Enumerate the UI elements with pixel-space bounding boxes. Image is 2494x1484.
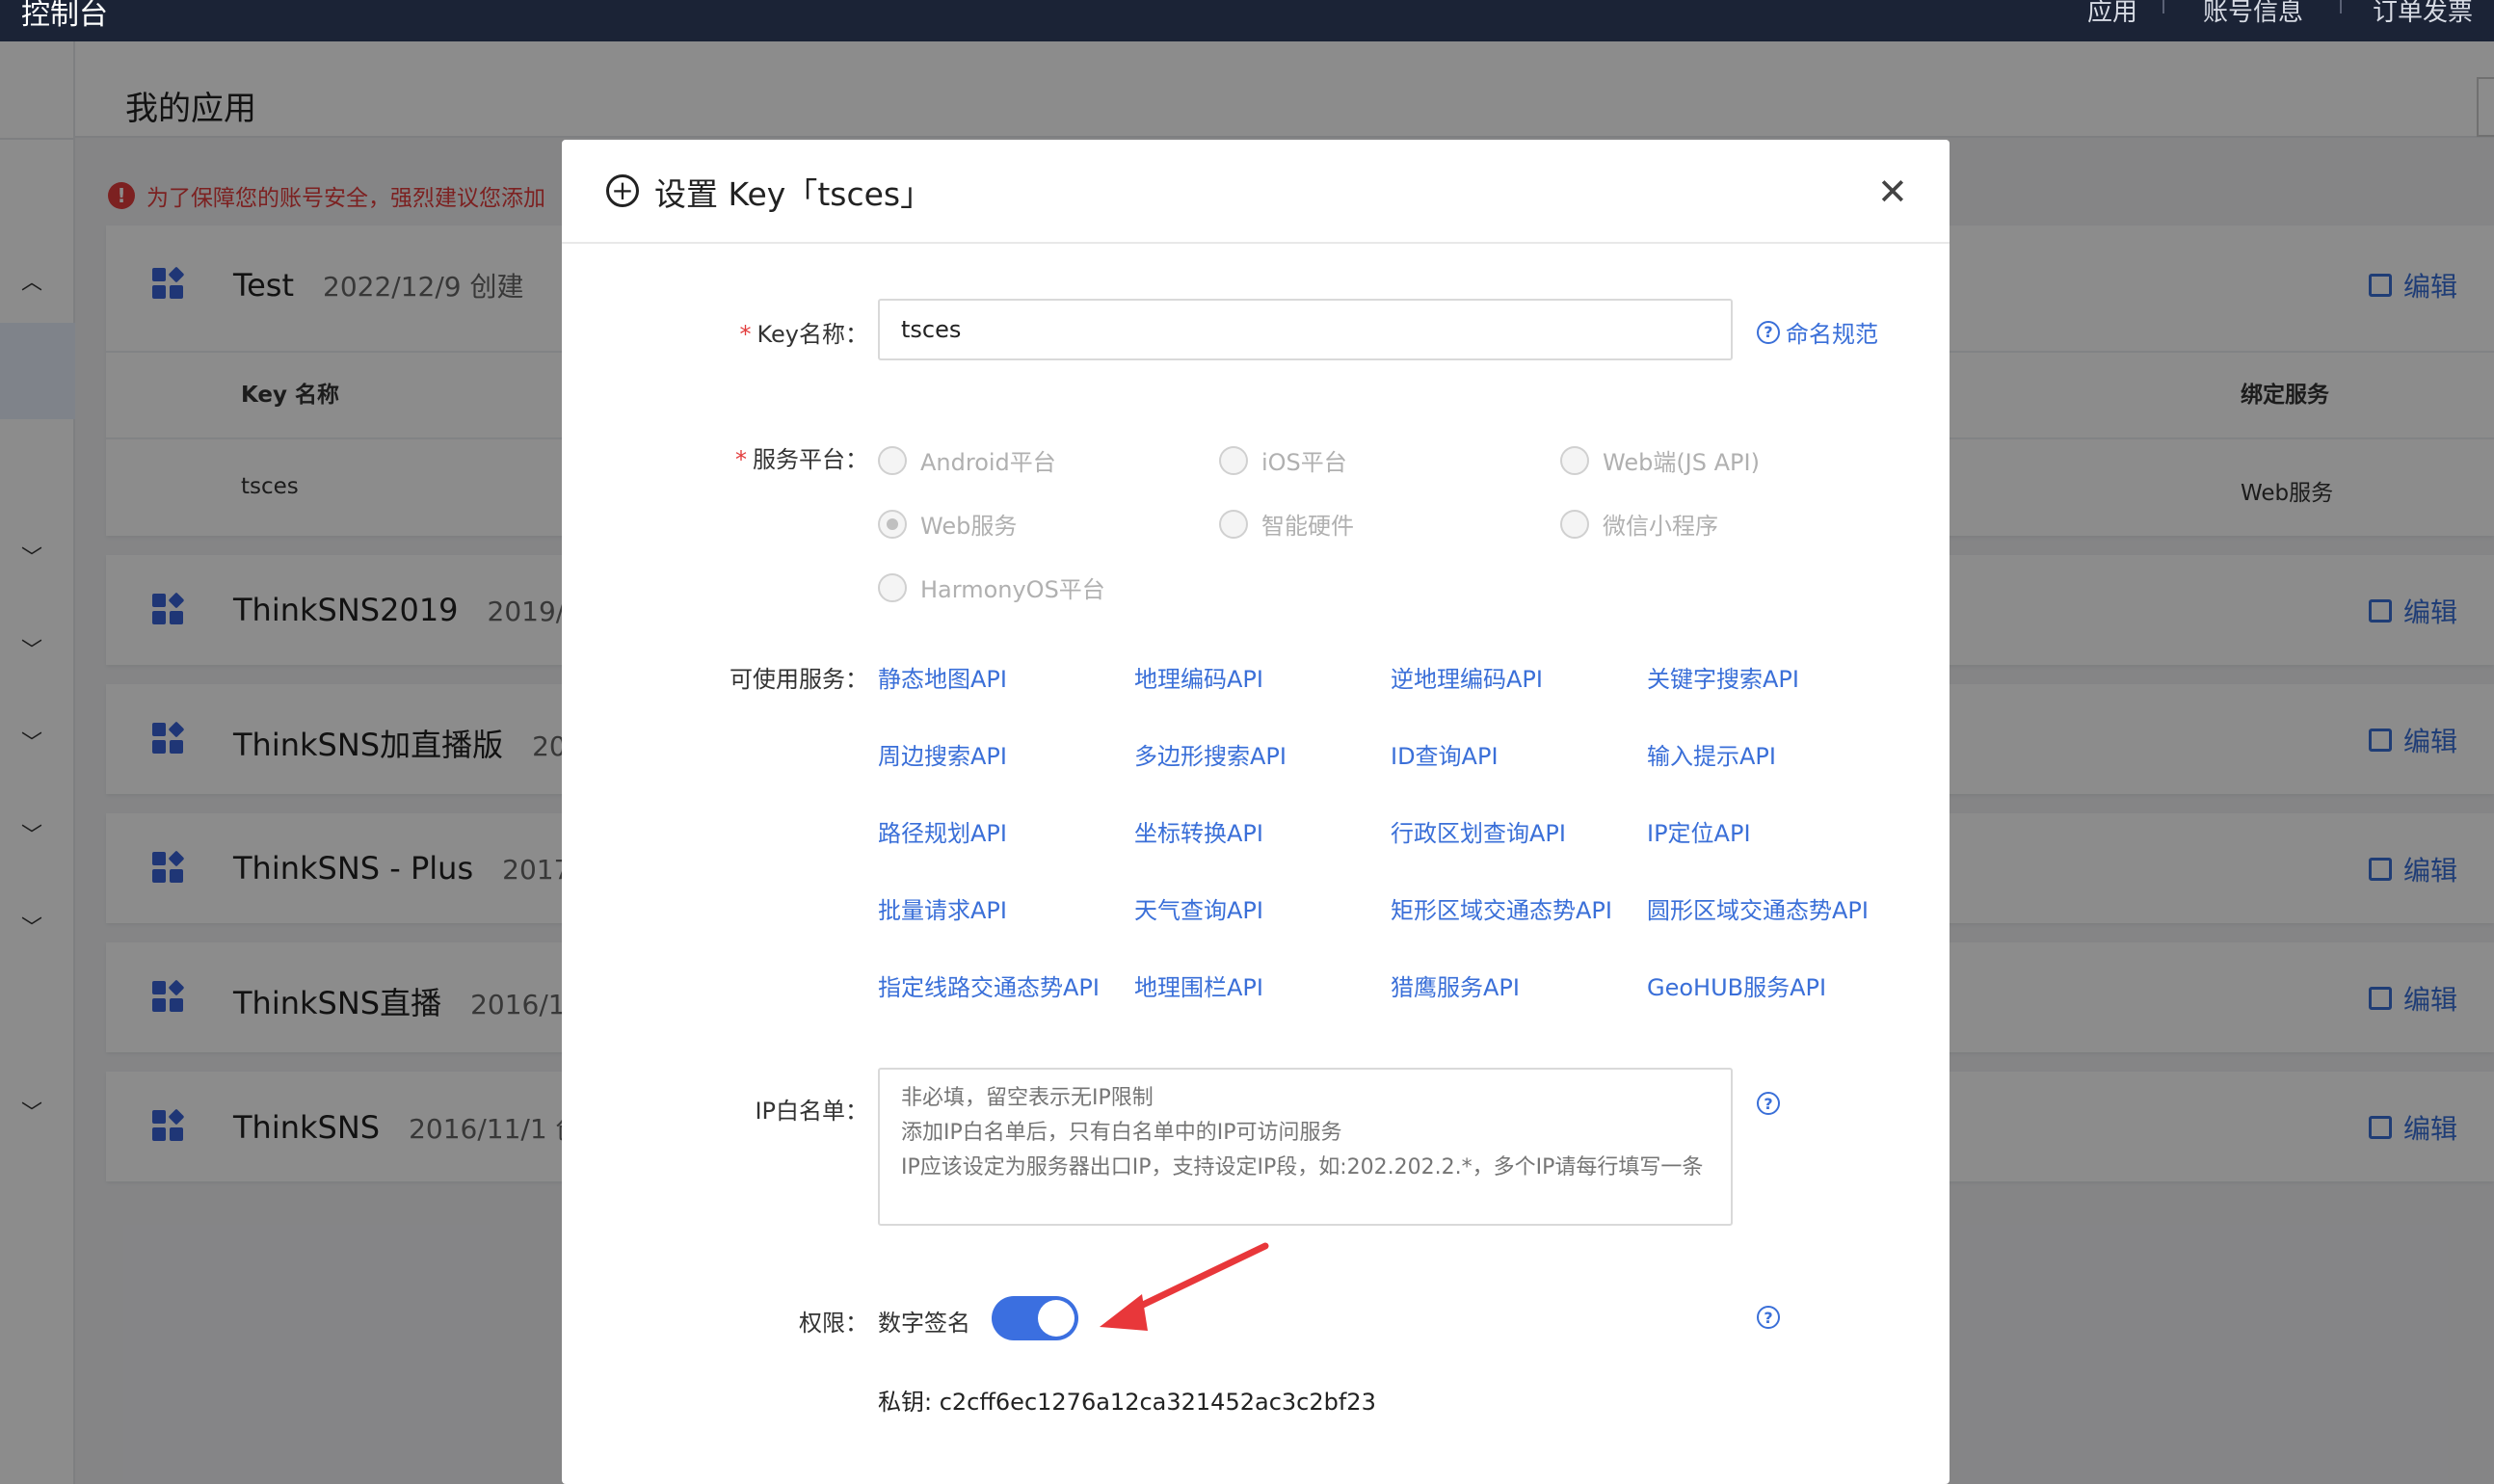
service-link[interactable]: 猎鹰服务API: [1391, 968, 1520, 1002]
service-link[interactable]: 批量请求API: [878, 891, 1007, 925]
service-link[interactable]: 关键字搜索API: [1647, 660, 1799, 694]
dialog-title: 设置 Key「tsces」: [654, 175, 933, 213]
nav-orders-invoices[interactable]: 订单发票: [2373, 0, 2473, 28]
service-link[interactable]: 矩形区域交通态势API: [1391, 891, 1612, 925]
dialog-header: + 设置 Key「tsces」 ✕: [562, 140, 1950, 244]
platform-radio-wechat-mini-program[interactable]: 微信小程序: [1560, 507, 1718, 541]
service-link[interactable]: 周边搜索API: [878, 737, 1007, 771]
ip-help[interactable]: ?: [1757, 1092, 1780, 1115]
key-name-label: * Key名称：: [739, 321, 868, 348]
close-icon[interactable]: ✕: [1877, 171, 1908, 213]
key-name-input[interactable]: [878, 299, 1733, 360]
platform-radio-web-service[interactable]: Web服务: [878, 507, 1017, 541]
platform-label: * 服务平台：: [735, 446, 868, 473]
top-navigation-bar: 控制台 应用 账号信息 订单发票: [0, 0, 2494, 41]
platform-radio-android[interactable]: Android平台: [878, 443, 1056, 477]
services-label: 可使用服务：: [730, 666, 868, 693]
service-link[interactable]: 天气查询API: [1134, 891, 1263, 925]
nav-separator: [2162, 0, 2164, 13]
radio-circle: [1219, 509, 1248, 539]
private-key-text: 私钥: c2cff6ec1276a12ca321452ac3c2bf23: [878, 1389, 1376, 1416]
digital-signature-toggle[interactable]: [992, 1296, 1078, 1340]
red-annotation-arrow: [1100, 1242, 1269, 1331]
service-link[interactable]: 输入提示API: [1647, 737, 1776, 771]
service-link[interactable]: 地理编码API: [1134, 660, 1263, 694]
nav-account-info[interactable]: 账号信息: [2203, 0, 2303, 28]
radio-circle: [1560, 445, 1589, 475]
console-brand[interactable]: 控制台: [21, 0, 108, 33]
platform-radio-smart-hardware[interactable]: 智能硬件: [1219, 507, 1354, 541]
radio-circle: [1560, 509, 1589, 539]
radio-circle: [878, 572, 907, 602]
radio-circle-selected: [878, 509, 907, 539]
nav-separator: [2340, 0, 2342, 13]
service-link[interactable]: ID查询API: [1391, 737, 1499, 771]
question-circle-icon: ?: [1757, 320, 1780, 344]
service-link[interactable]: 路径规划API: [878, 814, 1007, 848]
service-link[interactable]: 行政区划查询API: [1391, 814, 1566, 848]
platform-radio-ios[interactable]: iOS平台: [1219, 443, 1347, 477]
permission-label: 权限：: [799, 1310, 868, 1337]
service-link[interactable]: 多边形搜索API: [1134, 737, 1287, 771]
service-link[interactable]: 静态地图API: [878, 660, 1007, 694]
service-link[interactable]: 逆地理编码API: [1391, 660, 1543, 694]
platform-radio-web-js-api[interactable]: Web端(JS API): [1560, 443, 1760, 477]
question-circle-icon: ?: [1757, 1092, 1780, 1115]
service-link[interactable]: 地理围栏API: [1134, 968, 1263, 1002]
toggle-knob: [1038, 1300, 1075, 1337]
platform-radio-harmonyos[interactable]: HarmonyOS平台: [878, 570, 1105, 604]
service-link[interactable]: 指定线路交通态势API: [878, 968, 1100, 1002]
set-key-dialog: + 设置 Key「tsces」 ✕ *Key名称： ?命名规范 *服务平台： A…: [562, 140, 1950, 1484]
digital-signature-label: 数字签名: [878, 1310, 970, 1337]
question-circle-icon: ?: [1757, 1306, 1780, 1329]
service-link[interactable]: IP定位API: [1647, 814, 1751, 848]
permission-help[interactable]: ?: [1757, 1306, 1780, 1329]
radio-circle: [878, 445, 907, 475]
ip-whitelist-label: IP白名单：: [755, 1098, 868, 1125]
ip-whitelist-textarea[interactable]: [878, 1068, 1733, 1226]
radio-circle: [1219, 445, 1248, 475]
naming-rule-link[interactable]: ? 命名规范: [1757, 315, 1878, 349]
nav-apps[interactable]: 应用: [2087, 0, 2137, 28]
service-link[interactable]: 坐标转换API: [1134, 814, 1263, 848]
service-link[interactable]: GeoHUB服务API: [1647, 968, 1826, 1002]
plus-circle-icon: +: [606, 174, 639, 207]
service-link[interactable]: 圆形区域交通态势API: [1647, 891, 1869, 925]
